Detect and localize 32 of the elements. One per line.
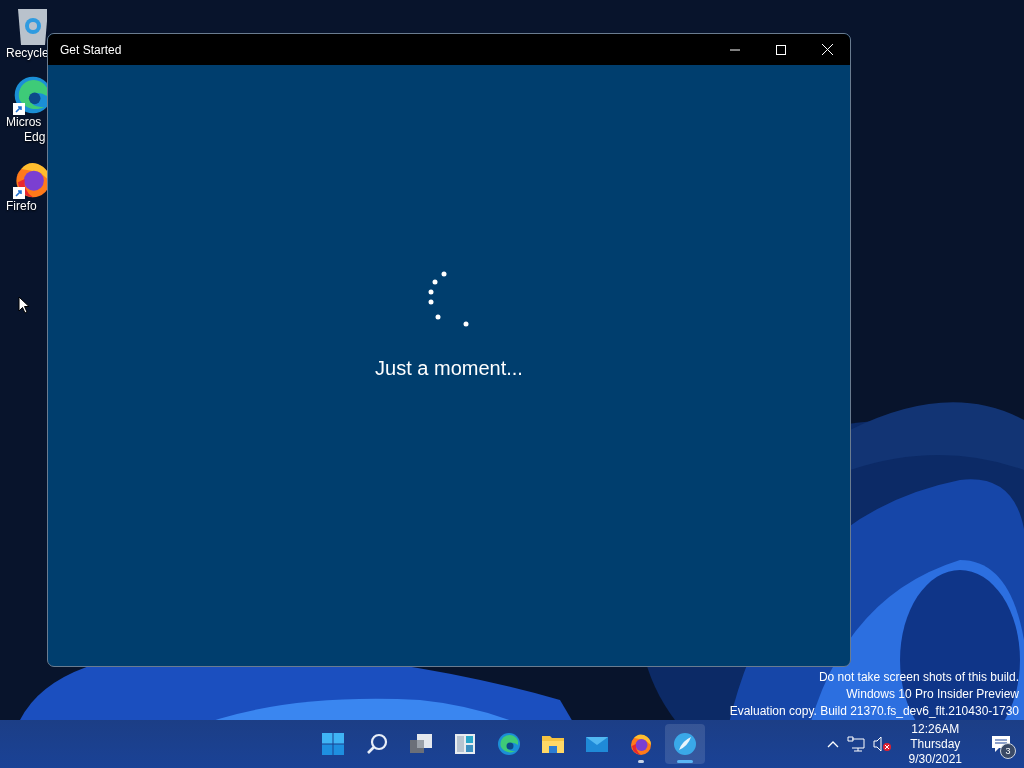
build-watermark-text: Evaluation copy. Build 21370.fs_dev6_flt.210430-1730 [729,703,1019,720]
maximize-icon [776,44,786,55]
build-watermark-text: Windows 10 Pro Insider Preview [846,686,1019,703]
network-icon [846,736,865,752]
clock-date: 9/30/2021 [908,751,962,767]
close-icon [821,44,833,55]
muted-speaker-icon [872,736,891,752]
task-view-icon [409,732,433,756]
clock-time: 12:26AM [911,721,960,737]
cursor-icon [18,296,30,314]
desktop-icon-label[interactable]: Firefo [6,199,37,214]
desktop-icon-label[interactable]: Micros [6,115,42,130]
edge-icon [497,732,521,756]
window-title: Get Started [59,42,123,57]
loading-message: Just a moment... [375,357,523,380]
desktop-icon-label[interactable]: Edg [6,130,46,145]
build-watermark-text: Do not take screen shots of this build. [818,669,1019,686]
loading-spinner-icon [427,271,471,327]
notification-count: 3 [1000,743,1016,759]
network-button[interactable] [846,736,865,752]
clock[interactable]: 12:26AM Thursday 9/30/2021 [898,721,976,767]
clock-day: Thursday [910,736,961,752]
volume-button[interactable] [872,736,891,752]
notification-button[interactable]: 3 [984,727,1018,761]
firefox-icon [629,732,653,756]
windows-logo-icon [321,732,345,756]
chevron-up-icon [826,740,839,748]
widgets-icon [453,732,477,756]
get-started-icon [673,732,697,756]
search-icon [365,732,389,756]
taskbar-app-button[interactable] [665,724,705,764]
show-hidden-icons-button[interactable] [826,740,839,748]
